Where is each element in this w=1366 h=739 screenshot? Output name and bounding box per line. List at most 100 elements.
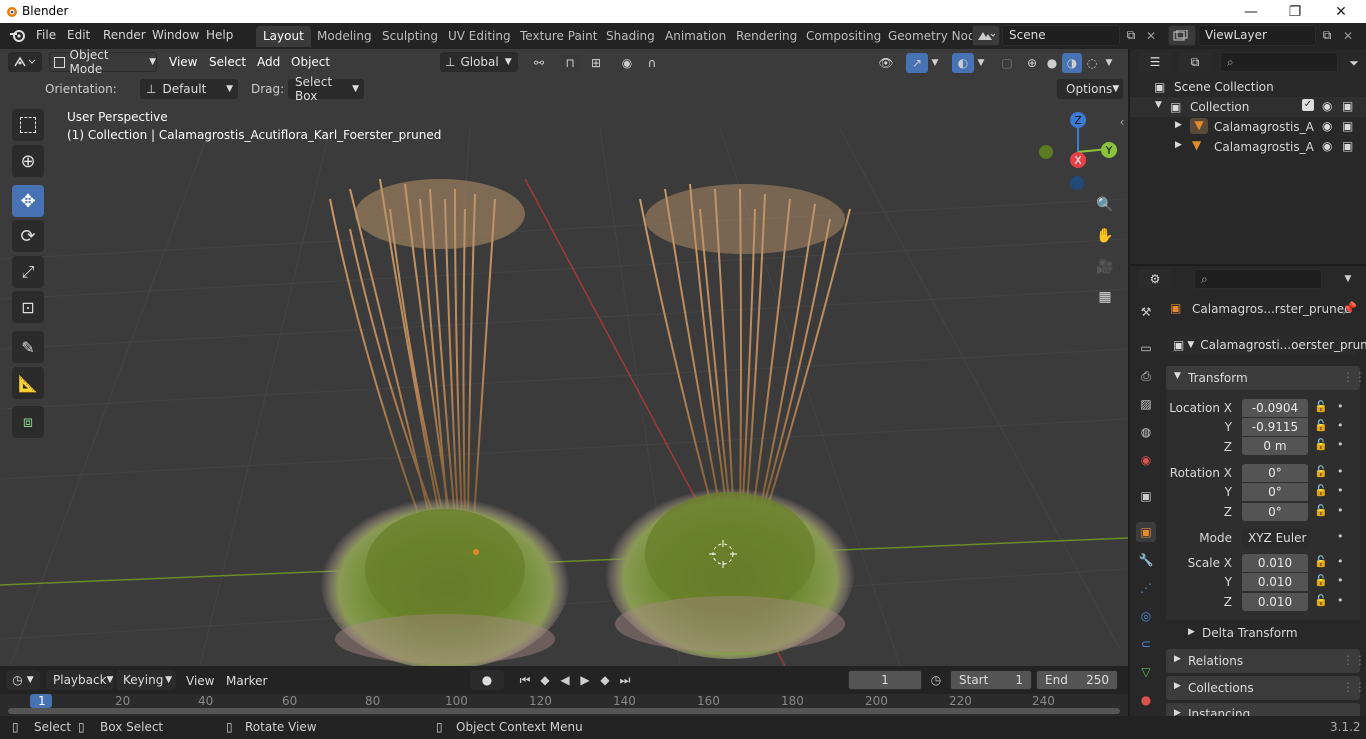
- rotation-z-field[interactable]: 0°: [1242, 503, 1308, 521]
- editor-type-button[interactable]: [8, 52, 42, 72]
- outliner-row-object-2[interactable]: ▶ ▼ Calamagrostis_A ◉ ▣: [1130, 137, 1366, 157]
- orientation-dropdown[interactable]: ⊥ Default ▼: [140, 79, 238, 99]
- eye-icon[interactable]: ◉: [1322, 139, 1332, 153]
- rotate-tool[interactable]: ⟳: [12, 220, 44, 252]
- measure-tool[interactable]: 📐: [12, 367, 44, 399]
- playback-dropdown[interactable]: Playback ▼: [46, 670, 114, 690]
- keyframe-dot-icon[interactable]: •: [1337, 594, 1344, 607]
- drag-handle-icon[interactable]: ⋮⋮: [1342, 370, 1366, 384]
- chevron-down-icon[interactable]: ▼: [1102, 54, 1116, 72]
- menu-render[interactable]: Render: [103, 28, 146, 42]
- outliner-search-input[interactable]: ⌕: [1220, 52, 1338, 72]
- lock-icon[interactable]: 🔓: [1314, 484, 1328, 497]
- viewport-menu-add[interactable]: Add: [257, 55, 280, 69]
- collections-panel-header[interactable]: ▶ Collections ⋮⋮: [1166, 676, 1366, 700]
- transform-orientation-dropdown[interactable]: ⊥ Global ▼: [440, 52, 518, 72]
- chevron-down-icon[interactable]: ▼: [974, 54, 988, 72]
- material-tab-icon[interactable]: ●: [1136, 690, 1156, 710]
- keyframe-dot-icon[interactable]: •: [1337, 484, 1344, 497]
- menu-edit[interactable]: Edit: [67, 28, 90, 42]
- add-cube-tool[interactable]: ⧈: [12, 406, 44, 438]
- keying-dropdown[interactable]: Keying ▼: [116, 670, 176, 690]
- output-tab-icon[interactable]: ⎙: [1136, 366, 1156, 386]
- annotate-tool[interactable]: ✎: [12, 331, 44, 363]
- material-preview-shading-icon[interactable]: ◑: [1062, 53, 1082, 73]
- drag-handle-icon[interactable]: ⋮⋮: [1342, 653, 1366, 667]
- snap-magnet-icon[interactable]: ⊓: [560, 53, 580, 73]
- expand-arrow-icon[interactable]: ▼: [1155, 100, 1162, 110]
- lock-icon[interactable]: 🔓: [1314, 594, 1328, 607]
- next-keyframe-icon[interactable]: ◆: [595, 670, 615, 690]
- location-z-field[interactable]: 0 m: [1242, 437, 1308, 455]
- pivot-point-icon[interactable]: ⚯: [526, 54, 552, 72]
- location-x-field[interactable]: -0.0904: [1242, 399, 1308, 417]
- constraints-tab-icon[interactable]: ⊂: [1136, 634, 1156, 654]
- prev-keyframe-icon[interactable]: ◆: [535, 670, 555, 690]
- auto-keying-button[interactable]: ●: [470, 670, 504, 690]
- jump-end-icon[interactable]: ⏭: [615, 670, 635, 690]
- tab-rendering[interactable]: Rendering: [729, 26, 804, 47]
- solid-shading-icon[interactable]: ●: [1042, 53, 1062, 73]
- scene-tab-icon[interactable]: ◍: [1136, 422, 1156, 442]
- tab-texture-paint[interactable]: Texture Paint: [513, 26, 604, 47]
- overlays-toggle-icon[interactable]: ◐: [952, 53, 974, 73]
- filter-icon[interactable]: ⏷: [1344, 53, 1364, 73]
- properties-search-input[interactable]: ⌕: [1194, 269, 1322, 289]
- proportional-editing-icon[interactable]: ◉: [618, 54, 636, 72]
- data-tab-icon[interactable]: ▽: [1136, 662, 1156, 682]
- snap-target-icon[interactable]: ⊞: [582, 54, 610, 72]
- lock-icon[interactable]: 🔓: [1314, 555, 1328, 568]
- scale-x-field[interactable]: 0.010: [1242, 554, 1308, 572]
- tab-modeling[interactable]: Modeling: [310, 26, 379, 47]
- menu-file[interactable]: File: [36, 28, 56, 42]
- scale-z-field[interactable]: 0.010: [1242, 593, 1308, 611]
- physics-tab-icon[interactable]: ◎: [1136, 606, 1156, 626]
- view-layer-name-field[interactable]: ViewLayer: [1198, 25, 1316, 46]
- collection-tab-icon[interactable]: ▣: [1136, 486, 1156, 506]
- tab-layout[interactable]: Layout: [256, 26, 311, 47]
- tab-animation[interactable]: Animation: [658, 26, 733, 47]
- tab-uv-editing[interactable]: UV Editing: [441, 26, 518, 47]
- render-tab-icon[interactable]: ▭: [1136, 338, 1156, 358]
- play-reverse-icon[interactable]: ◀: [555, 670, 575, 690]
- new-scene-icon[interactable]: ⧉: [1122, 25, 1140, 46]
- camera-view-icon[interactable]: 🎥: [1092, 254, 1118, 280]
- end-frame-field[interactable]: End 250: [1036, 670, 1118, 690]
- location-y-field[interactable]: -0.9115: [1242, 418, 1308, 436]
- expand-arrow-icon[interactable]: ▶: [1175, 120, 1182, 130]
- 3d-viewport[interactable]: Object Mode ▼ View Select Add Object ⊥ G…: [0, 49, 1128, 666]
- outliner-editor[interactable]: ☰ ⧉ ⌕ ⏷ ▣ Scene Collection ▼ ▣ Collectio…: [1130, 49, 1366, 264]
- timeline-menu-view[interactable]: View: [186, 674, 214, 688]
- display-mode-button[interactable]: ⧉: [1178, 52, 1212, 72]
- timeline-editor-type-button[interactable]: ◷ ▼: [6, 670, 40, 690]
- scale-y-field[interactable]: 0.010: [1242, 573, 1308, 591]
- viewport-menu-select[interactable]: Select: [209, 55, 246, 69]
- outliner-row-collection[interactable]: ▼ ▣ Collection ✓ ◉ ▣: [1130, 97, 1366, 117]
- eye-icon[interactable]: ◉: [1322, 119, 1332, 133]
- keyframe-dot-icon[interactable]: •: [1337, 574, 1344, 587]
- gizmo-toggle-icon[interactable]: ↗: [906, 53, 928, 73]
- lock-icon[interactable]: 🔓: [1314, 574, 1328, 587]
- rotation-x-field[interactable]: 0°: [1242, 464, 1308, 482]
- scale-tool[interactable]: ⤢: [12, 256, 44, 288]
- lock-icon[interactable]: 🔓: [1314, 419, 1328, 432]
- keyframe-dot-icon[interactable]: •: [1337, 438, 1344, 451]
- keyframe-dot-icon[interactable]: •: [1337, 419, 1344, 432]
- timeline-menu-marker[interactable]: Marker: [226, 674, 267, 688]
- new-view-layer-icon[interactable]: ⧉: [1318, 25, 1336, 46]
- navigation-gizmo[interactable]: Z Y X: [1030, 107, 1125, 197]
- rendered-shading-icon[interactable]: ◌: [1082, 53, 1102, 73]
- chevron-down-icon[interactable]: ▼: [1338, 269, 1358, 289]
- move-tool[interactable]: ✥: [12, 185, 44, 217]
- delta-transform-subpanel[interactable]: ▶ Delta Transform: [1180, 624, 1360, 644]
- chevron-down-icon[interactable]: ▼: [928, 54, 942, 72]
- lock-icon[interactable]: 🔓: [1314, 465, 1328, 478]
- current-frame-field[interactable]: 1: [848, 670, 922, 690]
- tool-tab-icon[interactable]: ⚒: [1136, 302, 1156, 322]
- camera-render-icon[interactable]: ▣: [1342, 139, 1353, 153]
- restore-button[interactable]: ❐: [1272, 0, 1318, 23]
- tab-compositing[interactable]: Compositing: [799, 26, 888, 47]
- eye-icon[interactable]: ◉: [1322, 99, 1332, 113]
- keyframe-dot-icon[interactable]: •: [1337, 400, 1344, 413]
- camera-render-icon[interactable]: ▣: [1342, 99, 1353, 113]
